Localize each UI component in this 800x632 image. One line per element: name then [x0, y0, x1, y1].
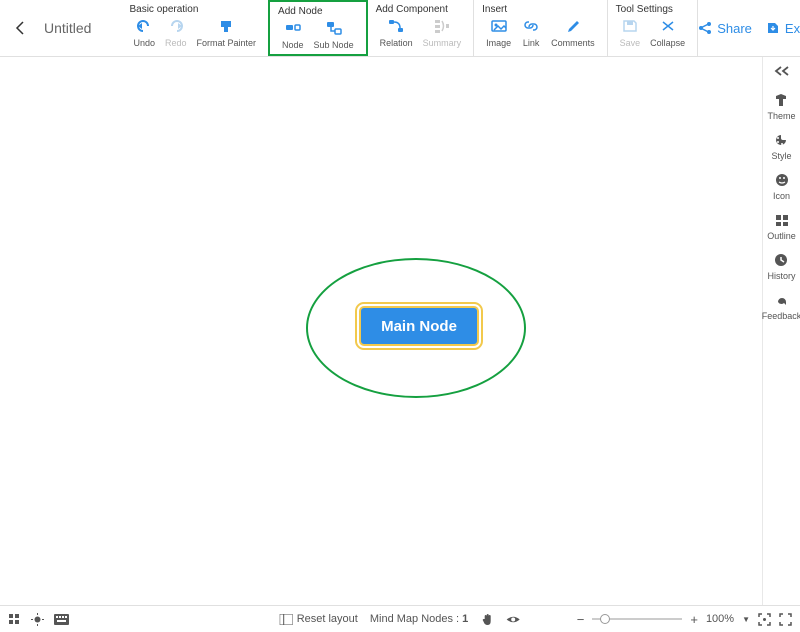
back-button[interactable] — [8, 19, 32, 37]
insert-link-button[interactable]: Link — [517, 17, 545, 48]
feedback-tab[interactable]: Feedback — [762, 291, 800, 321]
relation-button[interactable]: Relation — [376, 17, 417, 48]
zoom-out-button[interactable]: − — [577, 612, 585, 627]
format-painter-button[interactable]: Format Painter — [193, 17, 261, 48]
hand-tool-icon[interactable] — [480, 613, 493, 626]
mindmap-canvas[interactable]: Main Node — [0, 57, 762, 605]
brightness-icon[interactable] — [31, 613, 44, 626]
link-icon — [522, 17, 540, 35]
undo-button[interactable]: Undo — [129, 17, 159, 48]
group-basic-operation: Basic operation Undo Redo Format Painter — [121, 0, 269, 56]
status-bar: Reset layout Mind Map Nodes : 1 − + 100%… — [0, 605, 800, 632]
save-button[interactable]: Save — [616, 17, 645, 48]
insert-comments-button[interactable]: Comments — [547, 17, 599, 48]
comments-icon — [564, 17, 582, 35]
panel-collapse-button[interactable] — [773, 65, 791, 77]
side-panel: Theme Style Icon Outline History Feedbac… — [762, 57, 800, 605]
group-insert: Insert Image Link Comments — [474, 0, 608, 56]
style-icon — [772, 131, 790, 149]
zoom-in-button[interactable]: + — [690, 612, 698, 627]
zoom-slider[interactable] — [592, 618, 682, 620]
keyboard-icon[interactable] — [54, 614, 69, 625]
collapse-button[interactable]: Collapse — [646, 17, 689, 48]
group-add-node: Add Node Node Sub Node — [268, 0, 368, 56]
add-node-button[interactable]: Node — [278, 19, 308, 50]
theme-tab[interactable]: Theme — [767, 91, 795, 121]
format-painter-icon — [217, 17, 235, 35]
history-tab[interactable]: History — [767, 251, 795, 281]
layout-icon[interactable] — [280, 614, 293, 625]
document-title[interactable]: Untitled — [44, 20, 91, 36]
image-icon — [490, 17, 508, 35]
collapse-icon — [659, 17, 677, 35]
export-icon — [766, 21, 780, 35]
summary-icon — [433, 17, 451, 35]
eye-icon[interactable] — [505, 614, 520, 625]
add-sub-node-button[interactable]: Sub Node — [310, 19, 358, 50]
relation-icon — [387, 17, 405, 35]
group-tool-settings: Tool Settings Save Collapse — [608, 0, 699, 56]
group-add-component: Add Component Relation Summary — [368, 0, 475, 56]
redo-button[interactable]: Redo — [161, 17, 191, 48]
fullscreen-icon[interactable] — [779, 613, 792, 626]
export-button[interactable]: Export — [766, 21, 800, 36]
undo-icon — [135, 17, 153, 35]
outline-icon — [773, 211, 791, 229]
share-button[interactable]: Share — [698, 21, 752, 36]
save-icon — [621, 17, 639, 35]
feedback-icon — [773, 291, 791, 309]
reset-layout-button[interactable]: Reset layout — [297, 613, 358, 625]
theme-icon — [772, 91, 790, 109]
node-icon — [284, 19, 302, 37]
node-count-value: 1 — [462, 613, 468, 625]
grid-icon[interactable] — [8, 613, 21, 626]
summary-button[interactable]: Summary — [419, 17, 466, 48]
zoom-level[interactable]: 100% — [706, 613, 734, 625]
insert-image-button[interactable]: Image — [482, 17, 515, 48]
history-icon — [772, 251, 790, 269]
style-tab[interactable]: Style — [771, 131, 791, 161]
toolbar: Basic operation Undo Redo Format Painter… — [121, 0, 698, 56]
icon-tab[interactable]: Icon — [773, 171, 791, 201]
fit-icon[interactable] — [758, 613, 771, 626]
redo-icon — [167, 17, 185, 35]
share-icon — [698, 21, 712, 35]
main-node[interactable]: Main Node — [359, 306, 479, 346]
outline-tab[interactable]: Outline — [767, 211, 796, 241]
sub-node-icon — [325, 19, 343, 37]
node-count-label: Mind Map Nodes : — [370, 613, 459, 625]
smiley-icon — [773, 171, 791, 189]
